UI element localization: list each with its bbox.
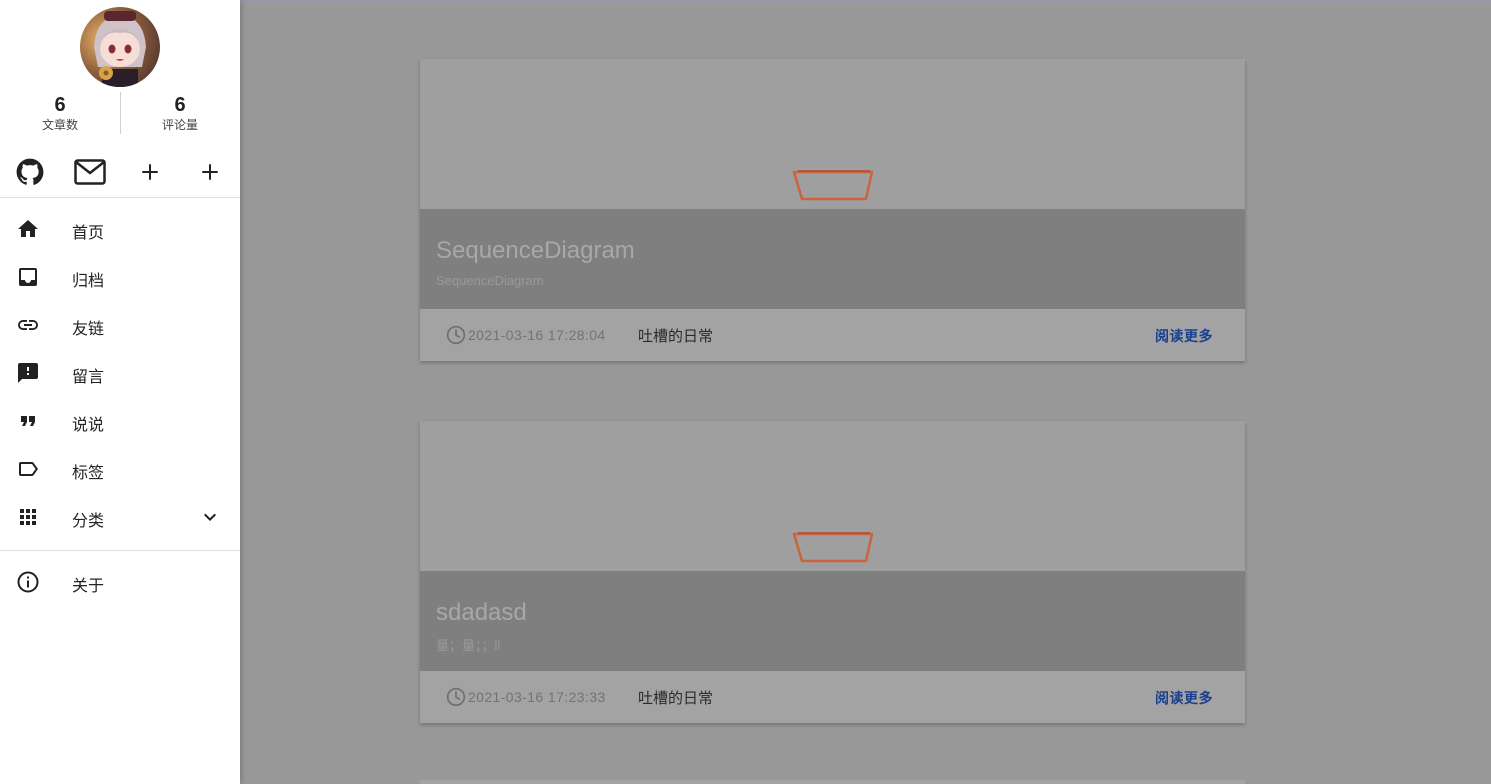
navigation-drawer: 6 文章数 6 评论量 首页 归档 友链 留言 说说 标签 分类 关于 [0,0,240,784]
plus-icon [142,164,158,180]
avatar[interactable] [80,7,160,87]
github-icon [16,158,44,185]
email-link-button[interactable] [74,156,106,188]
nav-item-links[interactable]: 友链 [0,301,240,349]
add-link-button[interactable] [134,156,166,188]
feedback-icon [18,363,38,383]
stat-value: 6 [174,94,186,116]
nav-item-home[interactable]: 首页 [0,205,240,253]
post-title-overlay: SequenceDiagram SequenceDiagram [420,209,1245,309]
nav-item-label: 标签 [72,465,105,482]
read-more-button[interactable]: 阅读更多 [1155,688,1213,708]
nav-item-label: 归档 [72,273,105,290]
drawer-divider [0,550,240,551]
top-app-bar-edge [240,0,1491,2]
nav-item-label: 说说 [72,417,105,434]
nav-item-label: 首页 [72,225,105,242]
mail-icon [74,159,106,185]
post-subtitle: 量；量；；ll [436,638,501,653]
stat-comments[interactable]: 6 评论量 [120,92,240,132]
post-footer: 2021-03-16 17:28:04 吐槽的日常 阅读更多 [420,309,1245,361]
nav-item-label: 关于 [72,578,105,595]
nav-item-moments[interactable]: 说说 [0,397,240,445]
post-cover-image [420,421,1245,571]
inbox-icon [19,268,37,286]
clock-icon [446,687,466,707]
nav-item-categories[interactable]: 分类 [0,493,240,541]
add-link-button[interactable] [194,156,226,188]
nav-item-guestbook[interactable]: 留言 [0,349,240,397]
post-category[interactable]: 吐槽的日常 [638,325,713,346]
post-card-partial [420,780,1245,784]
chevron-down-icon[interactable] [198,505,222,529]
post-title[interactable]: SequenceDiagram [436,237,635,265]
social-links [0,150,240,194]
cover-logo-icon [792,532,874,563]
link-icon [18,320,38,330]
stat-label: 评论量 [161,118,198,132]
quote-icon [21,416,35,426]
nav-item-label: 分类 [72,513,105,530]
avatar-image [80,7,160,87]
stat-value: 6 [54,94,66,116]
clock-icon [446,325,466,345]
post-card[interactable]: SequenceDiagram SequenceDiagram 2021-03-… [420,59,1245,361]
main-content: SequenceDiagram SequenceDiagram 2021-03-… [240,0,1491,784]
nav-item-archive[interactable]: 归档 [0,253,240,301]
post-date: 2021-03-16 17:28:04 [468,327,606,343]
nav-item-tags[interactable]: 标签 [0,445,240,493]
read-more-button[interactable]: 阅读更多 [1155,326,1213,346]
post-card[interactable]: sdadasd 量；量；；ll 2021-03-16 17:23:33 吐槽的日… [420,421,1245,723]
github-link-button[interactable] [14,156,46,188]
post-subtitle: SequenceDiagram [436,273,544,288]
post-title[interactable]: sdadasd [436,599,527,627]
stat-posts[interactable]: 6 文章数 [0,92,120,132]
cover-logo-icon [792,170,874,201]
post-category[interactable]: 吐槽的日常 [638,687,713,708]
post-footer: 2021-03-16 17:23:33 吐槽的日常 阅读更多 [420,671,1245,723]
post-cover-image [420,59,1245,209]
tag-icon [19,462,38,476]
home-icon [18,220,38,237]
nav-item-label: 友链 [72,321,105,338]
stat-label: 文章数 [41,118,78,132]
nav-item-about[interactable]: 关于 [0,558,240,606]
nav-item-label: 留言 [72,369,105,386]
post-title-overlay: sdadasd 量；量；；ll [420,571,1245,671]
apps-grid-icon [20,509,36,525]
drawer-divider [0,197,240,198]
plus-icon [202,164,218,180]
info-icon [17,571,39,593]
profile-stats: 6 文章数 6 评论量 [0,90,240,134]
post-date: 2021-03-16 17:23:33 [468,689,606,705]
